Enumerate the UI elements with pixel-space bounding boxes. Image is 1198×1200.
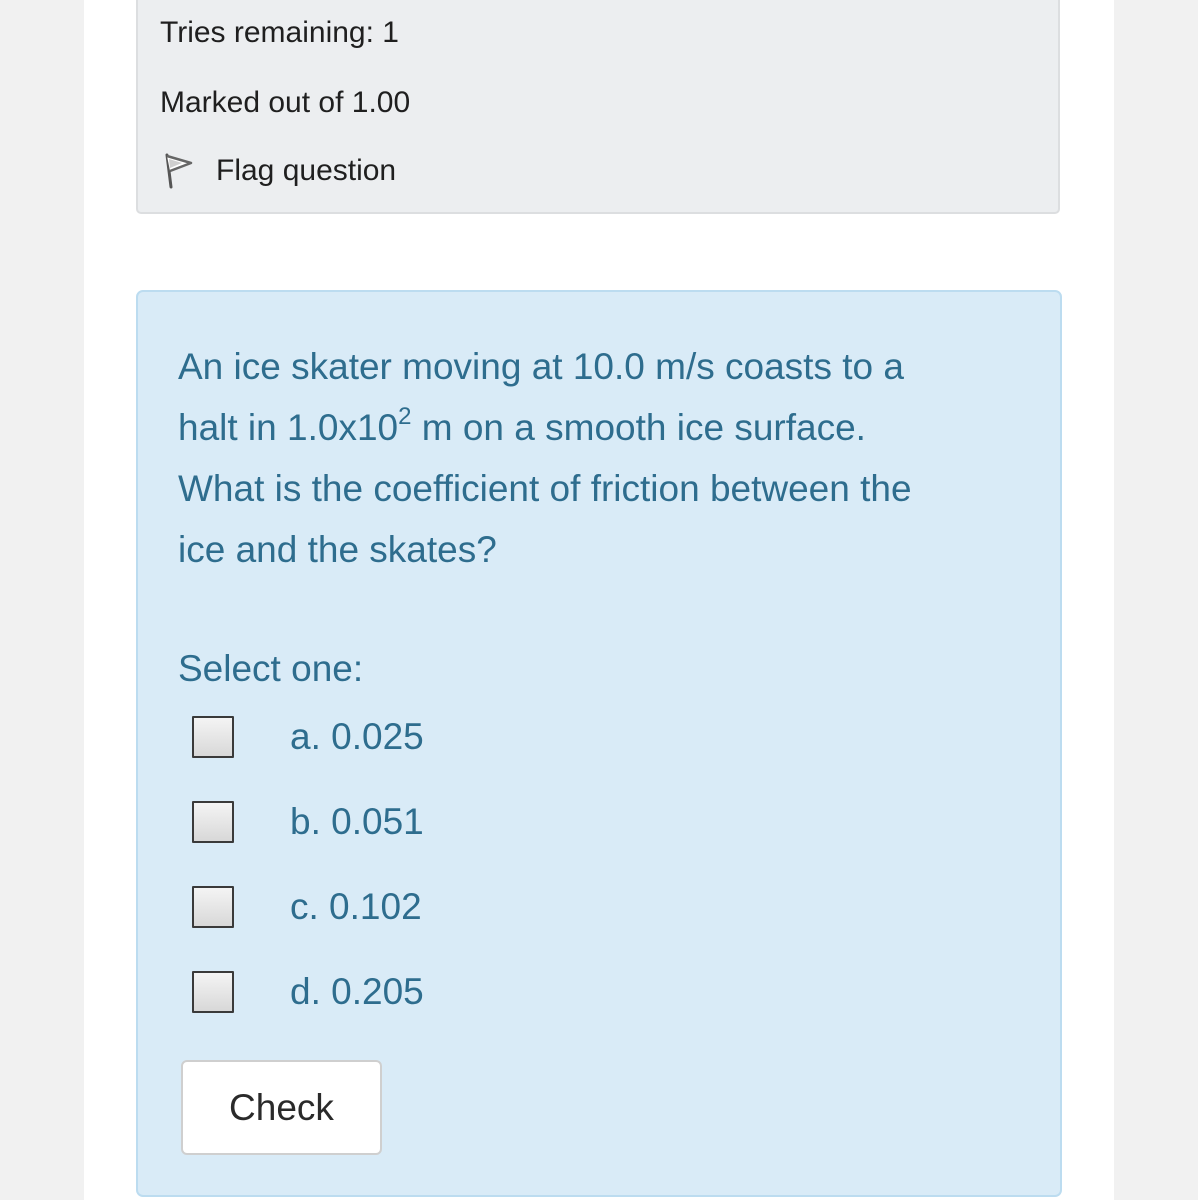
answer-option-d[interactable]: d. 0.205 (192, 971, 424, 1013)
question-exponent: 2 (398, 403, 412, 430)
answer-checkbox-c[interactable] (192, 886, 234, 928)
flag-icon (162, 152, 194, 190)
answer-label-d[interactable]: d. 0.205 (290, 971, 424, 1013)
answer-label-b[interactable]: b. 0.051 (290, 801, 424, 843)
answer-label-c[interactable]: c. 0.102 (290, 886, 422, 928)
question-text: An ice skater moving at 10.0 m/s coasts … (178, 336, 1018, 580)
answer-option-c[interactable]: c. 0.102 (192, 886, 422, 928)
answer-checkbox-a[interactable] (192, 716, 234, 758)
quiz-page: Tries remaining: 1 Marked out of 1.00 Fl… (84, 0, 1114, 1200)
question-text-line2-b: m on a smooth ice surface. (411, 407, 866, 448)
question-info-panel: Tries remaining: 1 Marked out of 1.00 Fl… (136, 0, 1060, 214)
question-text-line4: ice and the skates? (178, 529, 497, 570)
answer-option-a[interactable]: a. 0.025 (192, 716, 424, 758)
question-text-line3: What is the coefficient of friction betw… (178, 468, 912, 509)
question-text-line1: An ice skater moving at 10.0 m/s coasts … (178, 346, 904, 387)
question-content: An ice skater moving at 10.0 m/s coasts … (136, 290, 1062, 1197)
answer-checkbox-d[interactable] (192, 971, 234, 1013)
tries-remaining: Tries remaining: 1 (160, 16, 399, 49)
check-button[interactable]: Check (181, 1060, 382, 1155)
question-text-line2-a: halt in 1.0x10 (178, 407, 399, 448)
answer-checkbox-b[interactable] (192, 801, 234, 843)
answer-option-b[interactable]: b. 0.051 (192, 801, 424, 843)
select-one-prompt: Select one: (178, 648, 364, 689)
flag-question-link[interactable]: Flag question (162, 152, 396, 190)
answer-label-a[interactable]: a. 0.025 (290, 716, 424, 758)
flag-question-label: Flag question (216, 154, 397, 187)
marked-out-of: Marked out of 1.00 (160, 86, 411, 119)
